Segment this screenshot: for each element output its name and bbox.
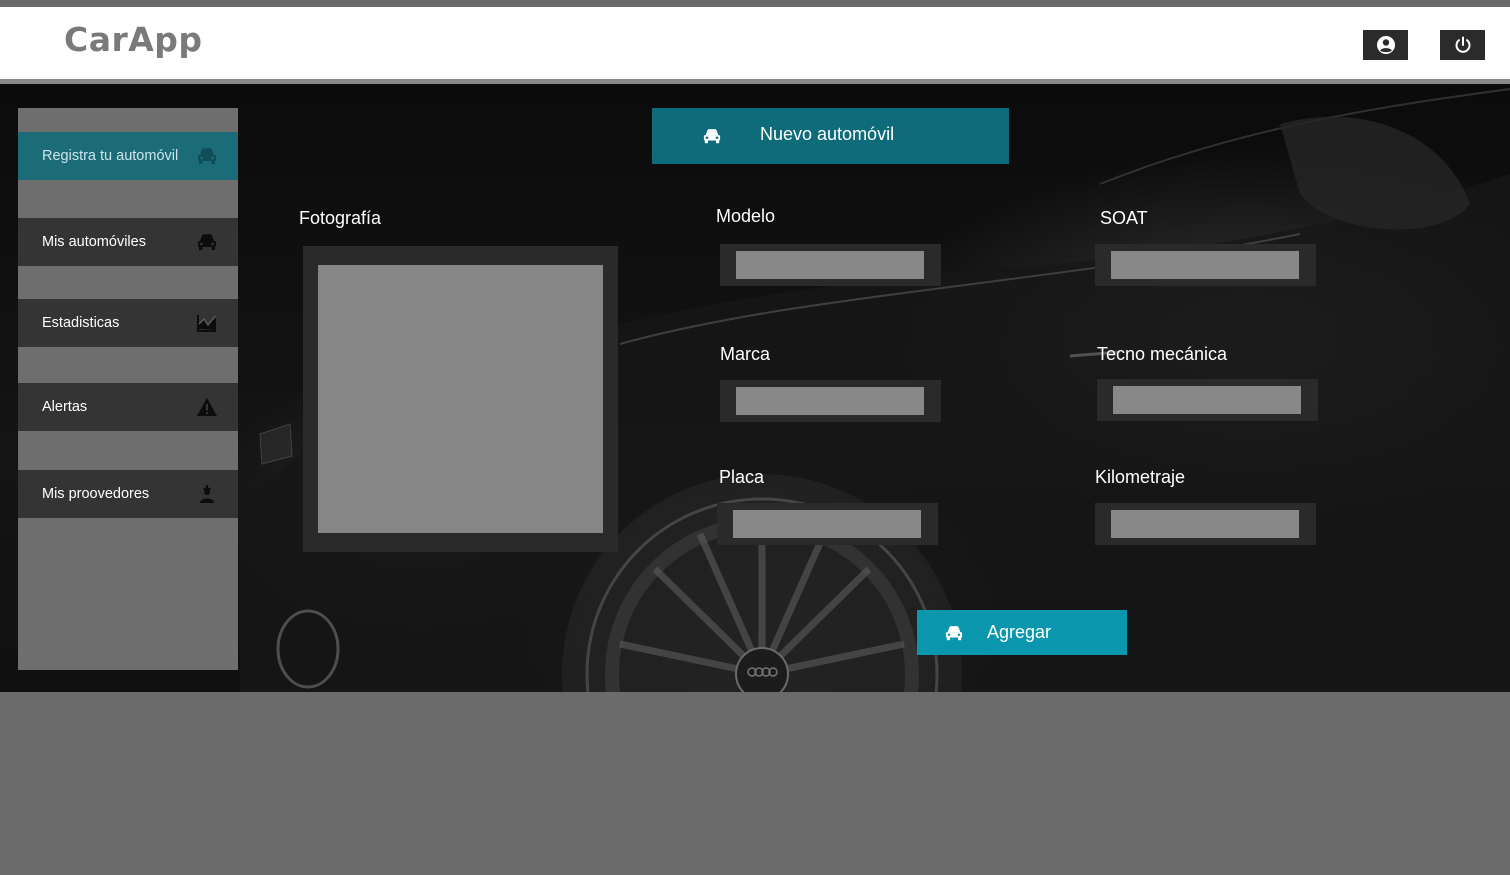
sidebar-item-alerts[interactable]: Alertas	[18, 383, 238, 431]
sidebar-item-providers[interactable]: Mis proovedores	[18, 470, 238, 518]
modelo-field-frame	[720, 244, 941, 286]
photo-frame	[303, 246, 618, 552]
placa-input[interactable]	[733, 510, 921, 538]
sidebar: Registra tu automóvil Mis automóviles Es…	[18, 108, 238, 670]
page-title: Nuevo automóvil	[760, 124, 895, 144]
marca-input[interactable]	[736, 387, 924, 415]
add-button[interactable]: Agregar	[917, 610, 1127, 655]
top-strip	[0, 0, 1510, 7]
chart-area-icon	[197, 315, 217, 332]
placa-field-frame	[717, 503, 938, 545]
sidebar-item-label: Alertas	[42, 399, 88, 415]
profile-button[interactable]	[1363, 30, 1408, 60]
sidebar-item-statistics[interactable]: Estadisticas	[18, 299, 238, 347]
sidebar-item-label: Mis automóviles	[42, 234, 146, 250]
add-button-label: Agregar	[987, 622, 1052, 642]
photo-upload-area[interactable]	[318, 265, 603, 533]
kilometraje-field-frame	[1095, 503, 1316, 545]
sidebar-item-label: Mis proovedores	[42, 486, 150, 502]
power-icon	[1455, 36, 1470, 53]
kilometraje-label: Kilometraje	[1095, 467, 1186, 487]
app-header: CarApp	[0, 7, 1510, 79]
new-car-title-bar: Nuevo automóvil	[652, 108, 1009, 164]
car-icon	[945, 626, 963, 641]
app-logo: CarApp	[64, 20, 203, 59]
kilometraje-input[interactable]	[1111, 510, 1299, 538]
soat-input[interactable]	[1111, 251, 1299, 279]
soat-field-frame	[1095, 244, 1316, 286]
logout-button[interactable]	[1440, 30, 1485, 60]
tecno-label: Tecno mecánica	[1097, 344, 1228, 364]
tecno-input[interactable]	[1113, 386, 1301, 414]
photo-label: Fotografía	[299, 208, 382, 228]
sidebar-item-my-cars[interactable]: Mis automóviles	[18, 218, 238, 266]
modelo-label: Modelo	[716, 206, 776, 226]
sidebar-item-register-car[interactable]: Registra tu automóvil	[18, 132, 238, 180]
car-icon	[198, 148, 216, 164]
warning-icon	[197, 398, 217, 416]
placa-label: Placa	[719, 467, 765, 487]
main-area: Registra tu automóvil Mis automóviles Es…	[0, 84, 1510, 692]
car-icon	[198, 234, 216, 250]
marca-field-frame	[720, 380, 941, 422]
worker-icon	[200, 485, 214, 503]
marca-label: Marca	[720, 344, 771, 364]
sidebar-item-label: Registra tu automóvil	[42, 148, 179, 164]
user-circle-icon	[1376, 36, 1395, 54]
soat-label: SOAT	[1100, 208, 1148, 228]
car-icon	[703, 129, 721, 144]
modelo-input[interactable]	[736, 251, 924, 279]
sidebar-item-label: Estadisticas	[42, 315, 120, 331]
tecno-field-frame	[1097, 379, 1318, 421]
